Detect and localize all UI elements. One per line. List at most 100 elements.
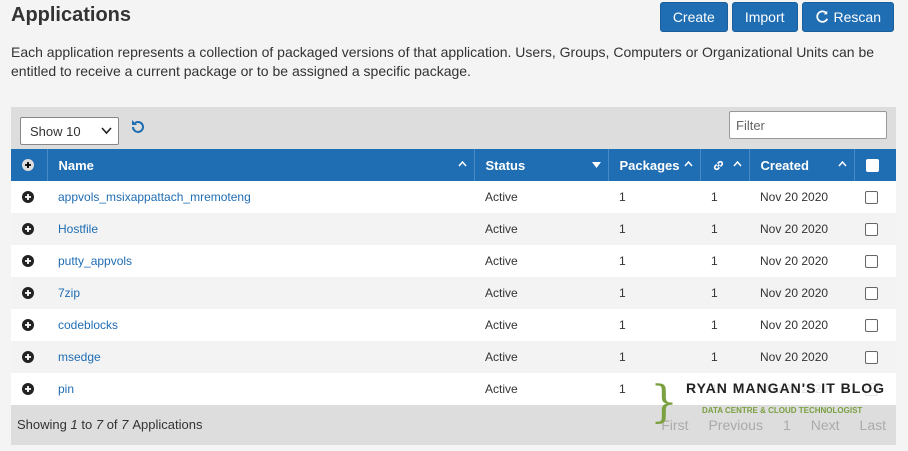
plus-circle-icon[interactable] [22, 191, 34, 203]
link-icon [713, 160, 723, 170]
row-expand-cell[interactable] [11, 277, 47, 309]
status-cell: Active [485, 350, 518, 364]
links-cell: 1 [711, 254, 718, 268]
sort-icon [457, 161, 467, 167]
application-name-link[interactable]: Hostfile [58, 222, 98, 236]
rescan-label: Rescan [833, 9, 881, 25]
showing-prefix: Showing [17, 417, 67, 432]
links-cell: 1 [711, 350, 718, 364]
row-select-cell[interactable] [854, 213, 896, 245]
row-expand-cell[interactable] [11, 181, 47, 213]
plus-circle-icon[interactable] [22, 255, 34, 267]
application-name-link[interactable]: 7zip [58, 286, 80, 300]
row-checkbox[interactable] [865, 286, 878, 300]
created-cell: Nov 20 2020 [760, 190, 829, 204]
links-cell: 1 [711, 222, 718, 236]
row-expand-cell[interactable] [11, 245, 47, 277]
table-row: codeblocks Active 1 1 Nov 20 2020 [11, 309, 896, 341]
watermark-subtitle: DATA CENTRE & CLOUD TECHNOLOGIST [702, 406, 863, 415]
status-cell: Active [485, 382, 518, 396]
packages-cell: 1 [619, 350, 626, 364]
table-header-row: Name Status Packages Created [11, 149, 896, 181]
created-cell: Nov 20 2020 [760, 222, 829, 236]
created-header-label: Created [760, 157, 809, 173]
status-header-label: Status [485, 157, 526, 173]
links-cell: 1 [711, 190, 718, 204]
page-description: Each application represents a collection… [11, 44, 875, 79]
row-select-cell[interactable] [854, 181, 896, 213]
create-button[interactable]: Create [659, 2, 728, 32]
row-expand-cell[interactable] [11, 341, 47, 373]
packages-cell: 1 [619, 318, 626, 332]
plus-circle-icon[interactable] [22, 383, 34, 395]
showing-to: 7 [95, 417, 104, 432]
chevron-down-icon [101, 127, 112, 135]
status-cell: Active [485, 286, 518, 300]
page-size-select[interactable]: Show 10 [20, 117, 119, 145]
name-header-label: Name [58, 157, 94, 173]
expand-all-header[interactable] [11, 149, 48, 181]
sort-icon [837, 161, 847, 167]
page-size-value: Show 10 [30, 123, 81, 139]
application-name-link[interactable]: codeblocks [58, 318, 118, 332]
application-name-link[interactable]: pin [58, 382, 74, 396]
select-all-header[interactable] [854, 149, 896, 181]
rescan-icon [815, 10, 828, 23]
table-row: putty_appvols Active 1 1 Nov 20 2020 [11, 245, 896, 277]
status-column-header[interactable]: Status [474, 149, 609, 181]
status-cell: Active [485, 190, 518, 204]
packages-cell: 1 [619, 222, 626, 236]
row-checkbox[interactable] [865, 222, 878, 236]
showing-of-word: of [106, 417, 118, 432]
name-column-header[interactable]: Name [47, 149, 475, 181]
row-select-cell[interactable] [854, 341, 896, 373]
application-name-link[interactable]: msedge [58, 350, 101, 364]
row-checkbox[interactable] [865, 254, 878, 268]
refresh-icon[interactable] [130, 119, 146, 135]
row-select-cell[interactable] [854, 309, 896, 341]
links-cell: 1 [711, 286, 718, 300]
links-column-header[interactable] [700, 149, 750, 181]
row-expand-cell[interactable] [11, 213, 47, 245]
packages-cell: 1 [619, 190, 626, 204]
status-cell: Active [485, 318, 518, 332]
row-expand-cell[interactable] [11, 373, 47, 405]
brace-logo: } [650, 377, 678, 428]
showing-from: 1 [70, 417, 78, 432]
application-name-link[interactable]: appvols_msixappattach_mremoteng [58, 190, 251, 204]
plus-circle-icon[interactable] [22, 287, 34, 299]
sort-icon [683, 161, 693, 167]
packages-cell: 1 [619, 286, 626, 300]
row-checkbox[interactable] [865, 318, 878, 332]
plus-circle-icon[interactable] [22, 351, 34, 363]
applications-table: Name Status Packages Created appvols_msi… [11, 149, 896, 405]
import-button[interactable]: Import [731, 2, 798, 32]
plus-circle-icon[interactable] [22, 319, 34, 331]
sort-icon [591, 162, 601, 168]
watermark-title: RYAN MANGAN'S IT BLOG [682, 378, 890, 398]
showing-info: Showing 1 to 7 of 7 Applications [17, 417, 203, 432]
row-expand-cell[interactable] [11, 309, 47, 341]
table-row: Hostfile Active 1 1 Nov 20 2020 [11, 213, 896, 245]
packages-header-label: Packages [619, 157, 680, 173]
row-select-cell[interactable] [854, 245, 896, 277]
status-cell: Active [485, 222, 518, 236]
created-cell: Nov 20 2020 [760, 286, 829, 300]
status-cell: Active [485, 254, 518, 268]
row-checkbox[interactable] [865, 190, 878, 204]
application-name-link[interactable]: putty_appvols [58, 254, 132, 268]
table-row: msedge Active 1 1 Nov 20 2020 [11, 341, 896, 373]
packages-cell: 1 [619, 254, 626, 268]
row-checkbox[interactable] [865, 350, 878, 364]
select-all-checkbox[interactable] [865, 158, 879, 172]
showing-total: 7 [121, 417, 129, 432]
showing-suffix: Applications [132, 417, 203, 432]
packages-column-header[interactable]: Packages [608, 149, 701, 181]
table-row: 7zip Active 1 1 Nov 20 2020 [11, 277, 896, 309]
filter-input[interactable] [729, 111, 887, 139]
plus-circle-icon [22, 159, 34, 171]
plus-circle-icon[interactable] [22, 223, 34, 235]
rescan-button[interactable]: Rescan [801, 2, 894, 32]
created-column-header[interactable]: Created [749, 149, 855, 181]
row-select-cell[interactable] [854, 277, 896, 309]
